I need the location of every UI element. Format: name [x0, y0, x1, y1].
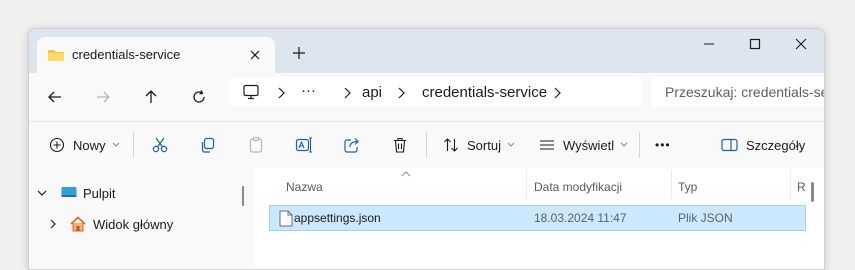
- sort-icon: [444, 138, 458, 152]
- address-bar-row: ··· api credentials-service Przeszukaj: …: [29, 73, 824, 121]
- file-name: appsettings.json: [294, 211, 381, 225]
- list-view-icon: [540, 140, 554, 150]
- scissors-icon: [152, 137, 168, 153]
- title-bar: credentials-service: [29, 29, 824, 73]
- toolbar-divider: [133, 132, 134, 158]
- column-divider[interactable]: [526, 170, 527, 200]
- vertical-scrollbar[interactable]: [811, 182, 814, 202]
- file-modified: 18.03.2024 11:47: [534, 211, 627, 225]
- view-button[interactable]: Wyświetl: [539, 128, 628, 162]
- details-button[interactable]: Szczegóły: [721, 128, 805, 162]
- table-row[interactable]: appsettings.json 18.03.2024 11:47 Plik J…: [269, 205, 806, 231]
- view-label: Wyświetl: [563, 137, 615, 153]
- sort-label: Sortuj: [467, 137, 501, 153]
- navigation-pane: Pulpit Widok główny: [29, 168, 237, 269]
- column-header-type[interactable]: Typ: [678, 180, 697, 194]
- home-icon: [70, 216, 86, 232]
- up-button[interactable]: [135, 81, 167, 113]
- nav-item-desktop[interactable]: Pulpit: [37, 179, 116, 207]
- maximize-icon: [749, 38, 761, 50]
- desktop-icon: [61, 187, 77, 197]
- chevron-down-icon: [112, 142, 119, 147]
- back-button[interactable]: [39, 81, 71, 113]
- chevron-right-icon: [397, 86, 405, 104]
- sort-ascending-icon: [401, 171, 411, 177]
- breadcrumb-overflow[interactable]: ···: [301, 82, 316, 99]
- clipboard-icon: [249, 136, 263, 153]
- file-icon: [279, 210, 293, 227]
- plus-icon: [293, 47, 305, 59]
- copy-icon: [201, 137, 215, 153]
- minimize-button[interactable]: [686, 29, 732, 59]
- computer-icon: [242, 84, 260, 105]
- cut-button[interactable]: [151, 128, 169, 162]
- close-icon: [795, 38, 807, 50]
- chevron-right-icon: [277, 86, 285, 104]
- file-list: Nazwa Data modyfikacji Typ R appsettings…: [255, 168, 824, 269]
- column-header-name[interactable]: Nazwa: [286, 180, 323, 194]
- new-label: Nowy: [73, 137, 106, 153]
- chevron-down-icon: [507, 142, 515, 147]
- trash-icon: [394, 137, 406, 153]
- folder-icon: [47, 47, 65, 68]
- details-label: Szczegóły: [746, 137, 806, 153]
- new-button[interactable]: Nowy: [49, 128, 120, 162]
- chevron-down-icon: [37, 190, 47, 196]
- nav-item-home[interactable]: Widok główny: [49, 210, 173, 238]
- share-icon: [344, 138, 359, 153]
- breadcrumb-credentials-service[interactable]: credentials-service: [422, 84, 547, 101]
- column-divider[interactable]: [790, 170, 791, 200]
- sort-button[interactable]: Sortuj: [443, 128, 515, 162]
- new-tab-button[interactable]: [287, 41, 311, 65]
- address-field[interactable]: ··· api credentials-service: [229, 77, 641, 107]
- command-bar: Nowy Sortuj Wyświetl ••• Szczegóły: [29, 121, 824, 169]
- toolbar-divider: [426, 132, 427, 158]
- details-pane-icon: [721, 138, 738, 152]
- search-input[interactable]: Przeszukaj: credentials-service: [651, 77, 824, 107]
- arrow-right-icon: [97, 91, 110, 103]
- nav-item-label: Widok główny: [93, 216, 174, 232]
- chevron-down-icon: [620, 142, 628, 147]
- pane-splitter[interactable]: [242, 186, 244, 206]
- toolbar-divider: [639, 132, 640, 158]
- nav-item-label: Pulpit: [83, 185, 116, 201]
- plus-circle-icon: [49, 137, 65, 153]
- chevron-right-icon: [343, 86, 351, 104]
- minimize-icon: [704, 43, 714, 45]
- file-explorer-window: credentials-service ··· api credentials-…: [28, 28, 825, 270]
- refresh-icon: [193, 90, 205, 103]
- chevron-right-icon: [50, 219, 56, 229]
- forward-button[interactable]: [87, 81, 119, 113]
- close-window-button[interactable]: [778, 29, 824, 59]
- copy-button[interactable]: [199, 128, 217, 162]
- content-area: Pulpit Widok główny Nazwa Data modyfikac…: [29, 168, 824, 269]
- maximize-button[interactable]: [732, 29, 778, 59]
- more-icon: •••: [655, 138, 671, 152]
- close-tab-button[interactable]: [243, 43, 267, 67]
- arrow-up-icon: [145, 90, 157, 103]
- chevron-right-icon: [553, 86, 561, 104]
- tab-label: credentials-service: [72, 47, 181, 62]
- refresh-button[interactable]: [183, 81, 215, 113]
- close-icon: [250, 50, 260, 60]
- file-type: Plik JSON: [678, 211, 733, 225]
- delete-button[interactable]: [391, 128, 409, 162]
- rename-icon: [295, 137, 312, 153]
- arrow-left-icon: [48, 91, 61, 103]
- paste-button[interactable]: [247, 128, 265, 162]
- search-placeholder: Przeszukaj: credentials-service: [665, 84, 824, 100]
- rename-button[interactable]: [295, 128, 313, 162]
- column-header-size[interactable]: R: [797, 180, 806, 194]
- share-button[interactable]: [343, 128, 361, 162]
- more-options-button[interactable]: •••: [655, 128, 671, 162]
- column-header-modified[interactable]: Data modyfikacji: [534, 180, 622, 194]
- breadcrumb-api[interactable]: api: [362, 84, 382, 101]
- column-divider[interactable]: [671, 170, 672, 200]
- tab-credentials-service[interactable]: credentials-service: [37, 37, 275, 73]
